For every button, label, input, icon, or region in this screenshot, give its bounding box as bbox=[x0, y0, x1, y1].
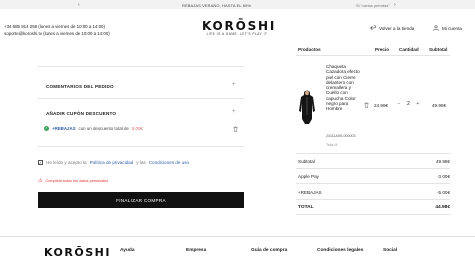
order-comments-toggle[interactable]: COMENTARIOS DEL PEDIDO bbox=[46, 84, 114, 89]
divider bbox=[296, 55, 450, 56]
product-price: 24.99€ bbox=[374, 103, 389, 108]
warning-text: Completa todos tus datos personales bbox=[45, 179, 109, 183]
logo-name: KORŌSHI bbox=[202, 19, 277, 33]
divider bbox=[38, 98, 244, 99]
coupon-amount: 5.00€ bbox=[131, 126, 143, 131]
footer-col-help[interactable]: Ayuda bbox=[120, 248, 134, 253]
divider bbox=[296, 183, 450, 184]
summary-row-total: TOTAL 44.98€ bbox=[298, 205, 450, 210]
promo-text: REBAJAS VERANO, HASTA EL 69% bbox=[182, 2, 252, 8]
validation-warning: ⚠ Completa todos tus datos personales bbox=[38, 178, 108, 184]
summary-value: 0.00€ bbox=[438, 174, 451, 179]
total-value: 44.98€ bbox=[435, 205, 450, 210]
summary-row-payment: Apple Pay 0.00€ bbox=[298, 174, 450, 179]
quantity-stepper: − 2 + bbox=[396, 101, 421, 107]
finalize-purchase-button[interactable]: FINALIZAR COMPRA bbox=[38, 192, 244, 208]
summary-label: Apple Pay bbox=[298, 174, 319, 179]
summary-label: Subtotal bbox=[298, 159, 315, 164]
my-account-label: Mi cuenta bbox=[442, 25, 462, 31]
remove-coupon-trash-icon[interactable] bbox=[233, 126, 238, 132]
back-to-store-link[interactable]: Volver a la tienda bbox=[370, 25, 414, 31]
privacy-prefix: He leído y acepto la bbox=[46, 160, 87, 165]
coupon-toggle[interactable]: AÑADIR CUPÓN DESCUENTO bbox=[46, 111, 116, 116]
total-label: TOTAL bbox=[298, 205, 314, 210]
footer-col-legal[interactable]: Condiciones legales bbox=[317, 248, 363, 253]
terms-of-use-link[interactable]: Condiciones de uso bbox=[149, 160, 189, 165]
expand-plus-icon[interactable]: + bbox=[232, 109, 236, 115]
quantity-increase-button[interactable]: + bbox=[415, 101, 421, 107]
product-image[interactable] bbox=[297, 89, 317, 125]
divider bbox=[296, 214, 450, 215]
divider bbox=[38, 66, 244, 67]
product-sku: 24111A0S-000003 bbox=[326, 134, 356, 138]
warning-triangle-icon: ⚠ bbox=[38, 178, 43, 184]
logo-tagline: LIFE IS A GAME. LET'S PLAY IT bbox=[206, 32, 268, 36]
user-icon bbox=[433, 25, 439, 31]
summary-row-discount: +REBAJAS -5.00€ bbox=[298, 190, 450, 195]
col-subtotal: Subtotal bbox=[429, 47, 448, 52]
divider bbox=[296, 168, 450, 169]
promo-bar: ‹ REBAJAS VERANO, HASTA EL 69% Si "varia… bbox=[0, 0, 475, 9]
col-price: Precio bbox=[375, 47, 390, 52]
site-logo[interactable]: KORŌSHI LIFE IS A GAME. LET'S PLAY IT bbox=[202, 19, 277, 36]
footer-col-buying-guide[interactable]: Guía de compra bbox=[251, 248, 287, 253]
summary-label: +REBAJAS bbox=[298, 190, 322, 195]
back-to-store-label: Volver a la tienda bbox=[379, 25, 415, 31]
divider bbox=[296, 199, 450, 200]
return-arrow-icon bbox=[370, 25, 376, 31]
my-account-link[interactable]: Mi cuenta bbox=[433, 25, 462, 31]
coupon-code: +REBAJAS bbox=[52, 126, 76, 131]
contact-phone: +34 685 914 259 (lunes a viernes de 10:0… bbox=[4, 24, 105, 29]
promo-prev-arrow-icon[interactable]: ‹ bbox=[78, 2, 80, 8]
col-products: Productos bbox=[298, 47, 321, 52]
privacy-checkbox[interactable]: ✓ bbox=[38, 160, 43, 165]
footer-col-company[interactable]: Empresa bbox=[186, 248, 206, 253]
footer-col-social[interactable]: Social bbox=[383, 248, 397, 253]
quantity-value[interactable]: 2 bbox=[407, 101, 410, 107]
finalize-purchase-label: FINALIZAR COMPRA bbox=[116, 197, 166, 203]
product-description[interactable]: Chaqueta Cazadora efecto piel con Cierre… bbox=[326, 64, 360, 112]
privacy-consent: ✓ He leído y acepto la Política de priva… bbox=[38, 160, 189, 165]
order-comments-label: COMENTARIOS DEL PEDIDO bbox=[46, 84, 114, 89]
promo-next-arrow-icon[interactable]: › bbox=[394, 2, 396, 8]
footer-divider bbox=[0, 236, 475, 237]
promo-subtext: Si "varias prendas" bbox=[356, 2, 390, 8]
summary-value: 49.98€ bbox=[435, 159, 450, 164]
product-subtotal: 49.98€ bbox=[432, 103, 447, 108]
summary-row-subtotal: Subtotal 49.98€ bbox=[298, 159, 450, 164]
summary-value: -5.00€ bbox=[436, 190, 450, 195]
contact-email: soporte@koroshi.tv (lunes a viernes de 1… bbox=[4, 30, 110, 36]
coupon-section-label: AÑADIR CUPÓN DESCUENTO bbox=[46, 111, 117, 116]
remove-item-trash-icon[interactable] bbox=[364, 102, 369, 108]
coupon-description: con un descuento total de bbox=[78, 126, 129, 131]
check-circle-icon: ✓ bbox=[44, 126, 49, 131]
divider bbox=[296, 153, 450, 154]
product-size: Talla M bbox=[326, 143, 338, 147]
footer-logo[interactable]: KORŌSHI bbox=[44, 246, 111, 257]
divider bbox=[38, 146, 244, 147]
contact-info: +34 685 914 259 (lunes a viernes de 10:0… bbox=[4, 24, 110, 37]
applied-coupon: ✓ +REBAJAS con un descuento total de 5.0… bbox=[44, 126, 143, 131]
expand-plus-icon[interactable]: + bbox=[232, 82, 236, 88]
privacy-mid: y las bbox=[136, 160, 146, 165]
privacy-policy-link[interactable]: Política de privacidad bbox=[90, 160, 134, 165]
quantity-decrease-button[interactable]: − bbox=[396, 101, 402, 107]
col-quantity: Cantidad bbox=[399, 47, 419, 52]
